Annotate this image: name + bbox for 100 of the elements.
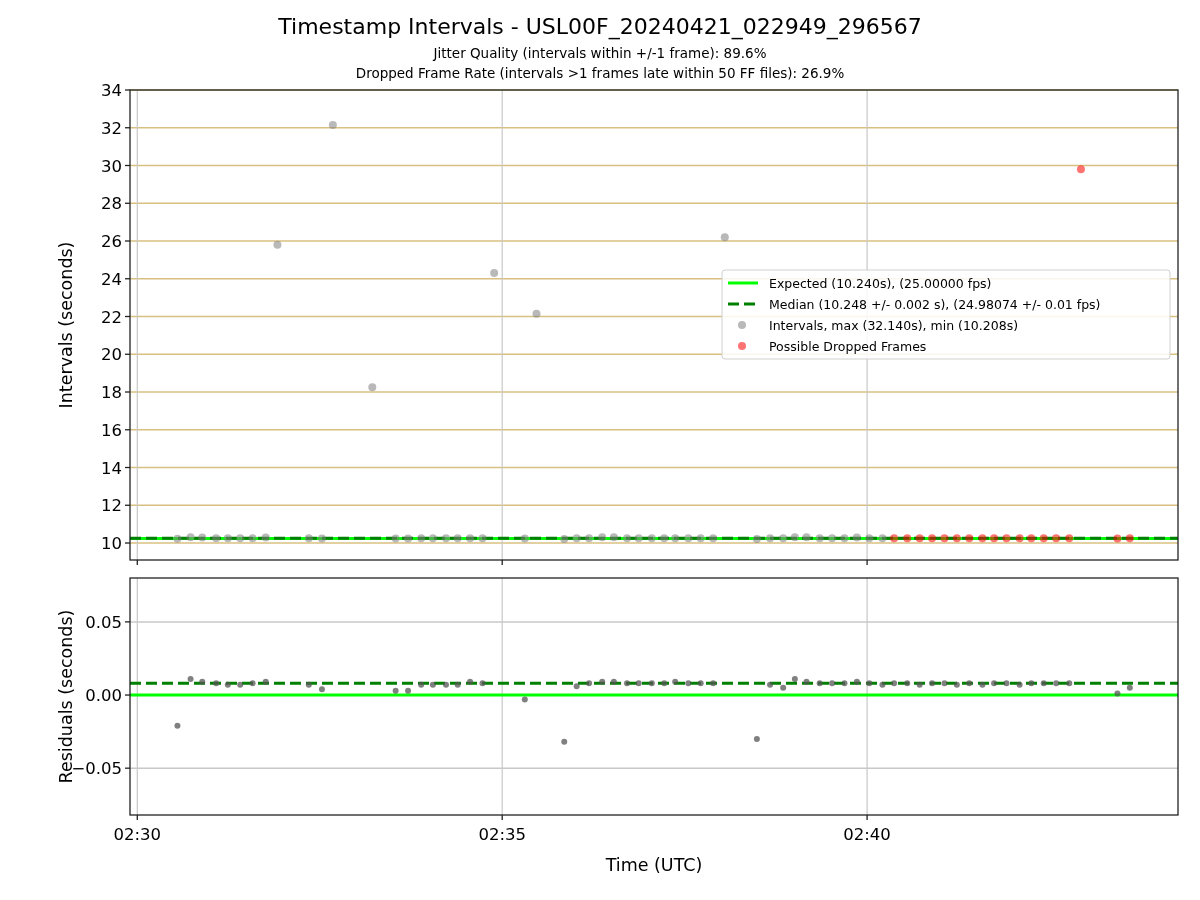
data-point xyxy=(991,680,998,687)
data-point xyxy=(697,680,704,687)
data-point xyxy=(561,738,568,745)
data-point xyxy=(953,681,960,688)
data-point xyxy=(405,687,412,694)
data-point xyxy=(248,534,257,543)
data-point xyxy=(572,534,581,543)
data-point xyxy=(1065,534,1074,543)
data-point xyxy=(815,534,824,543)
data-point xyxy=(585,534,594,543)
data-point xyxy=(429,681,436,688)
data-point xyxy=(198,533,207,542)
axis-label: Time (UTC) xyxy=(605,855,703,875)
data-point xyxy=(978,534,987,543)
legend-label: Median (10.248 +/- 0.002 s), (24.98074 +/- 0.01 fps) xyxy=(769,297,1101,312)
data-point xyxy=(273,240,282,249)
tick-label: 18 xyxy=(101,383,122,402)
data-point xyxy=(766,534,775,543)
tick-label: 10 xyxy=(101,534,122,553)
data-point xyxy=(1040,680,1047,687)
data-point xyxy=(929,680,936,687)
data-point xyxy=(1039,534,1048,543)
figure-subtitle: Dropped Frame Rate (intervals >1 frames late within 50 FF files): 26.9% xyxy=(355,64,845,83)
data-point xyxy=(199,678,206,685)
data-point xyxy=(803,678,810,685)
data-point xyxy=(878,534,887,543)
data-point xyxy=(903,534,912,543)
tick-label: 34 xyxy=(101,81,122,100)
axis-label: Intervals (seconds) xyxy=(56,241,76,409)
tick-label: −0.05 xyxy=(71,759,122,779)
data-point xyxy=(428,534,437,543)
data-point xyxy=(213,680,220,687)
data-point xyxy=(624,680,630,687)
data-point xyxy=(560,535,569,544)
data-point xyxy=(328,121,337,130)
legend-marker-icon xyxy=(738,342,746,350)
data-point xyxy=(916,681,923,688)
data-point xyxy=(915,534,924,543)
data-point xyxy=(829,680,836,687)
data-point xyxy=(791,675,798,682)
data-point xyxy=(866,680,873,687)
data-point xyxy=(852,533,861,542)
data-point xyxy=(466,534,475,543)
tick-label: 16 xyxy=(101,420,122,440)
data-point xyxy=(392,687,399,694)
tick-label: 28 xyxy=(101,194,122,214)
data-point xyxy=(928,534,937,543)
data-point xyxy=(1015,534,1024,543)
data-point xyxy=(952,534,961,543)
data-point xyxy=(1113,534,1122,543)
data-point xyxy=(304,534,313,543)
legend-line-icon xyxy=(728,281,758,285)
tick-label: 02:35 xyxy=(478,825,526,844)
data-point xyxy=(790,533,799,542)
data-point xyxy=(490,269,499,278)
data-point xyxy=(941,680,948,687)
data-point xyxy=(753,735,760,742)
data-point xyxy=(802,533,811,542)
data-point xyxy=(173,534,182,543)
data-point xyxy=(891,680,898,687)
data-point xyxy=(454,681,461,688)
data-point xyxy=(368,383,377,392)
data-point xyxy=(599,678,606,685)
data-point xyxy=(442,534,450,543)
data-point xyxy=(1076,165,1085,174)
data-point xyxy=(1028,680,1035,687)
tick-label: 24 xyxy=(101,269,122,289)
tick-label: 22 xyxy=(101,307,122,327)
legend-label: Expected (10.240s), (25.00000 fps) xyxy=(769,276,992,291)
data-point xyxy=(586,680,593,687)
data-point xyxy=(671,534,680,543)
data-point xyxy=(417,534,426,543)
data-point xyxy=(841,680,848,687)
figure-title: Timestamp Intervals - USL00F_20240421_022949_296567 xyxy=(278,14,922,39)
data-point xyxy=(1125,534,1134,543)
data-point xyxy=(1003,680,1010,687)
data-point xyxy=(261,533,270,542)
data-point xyxy=(684,534,693,543)
data-point xyxy=(262,678,269,685)
data-point xyxy=(479,680,486,687)
data-point xyxy=(317,534,326,543)
data-point xyxy=(853,678,860,685)
data-point xyxy=(767,681,774,688)
data-point xyxy=(418,681,425,688)
data-point xyxy=(904,680,911,687)
data-point xyxy=(623,534,631,543)
tick-label: 14 xyxy=(101,458,122,478)
data-point xyxy=(443,681,449,688)
data-point xyxy=(647,534,656,543)
data-point xyxy=(828,534,837,543)
data-point xyxy=(520,534,529,543)
data-point xyxy=(634,534,643,543)
data-point xyxy=(648,680,655,687)
data-point xyxy=(453,534,462,543)
legend-line-icon xyxy=(728,302,758,306)
data-point xyxy=(305,681,312,688)
data-point xyxy=(1052,534,1061,543)
data-point xyxy=(816,680,823,687)
tick-label: 30 xyxy=(101,156,122,176)
data-point xyxy=(979,681,986,688)
